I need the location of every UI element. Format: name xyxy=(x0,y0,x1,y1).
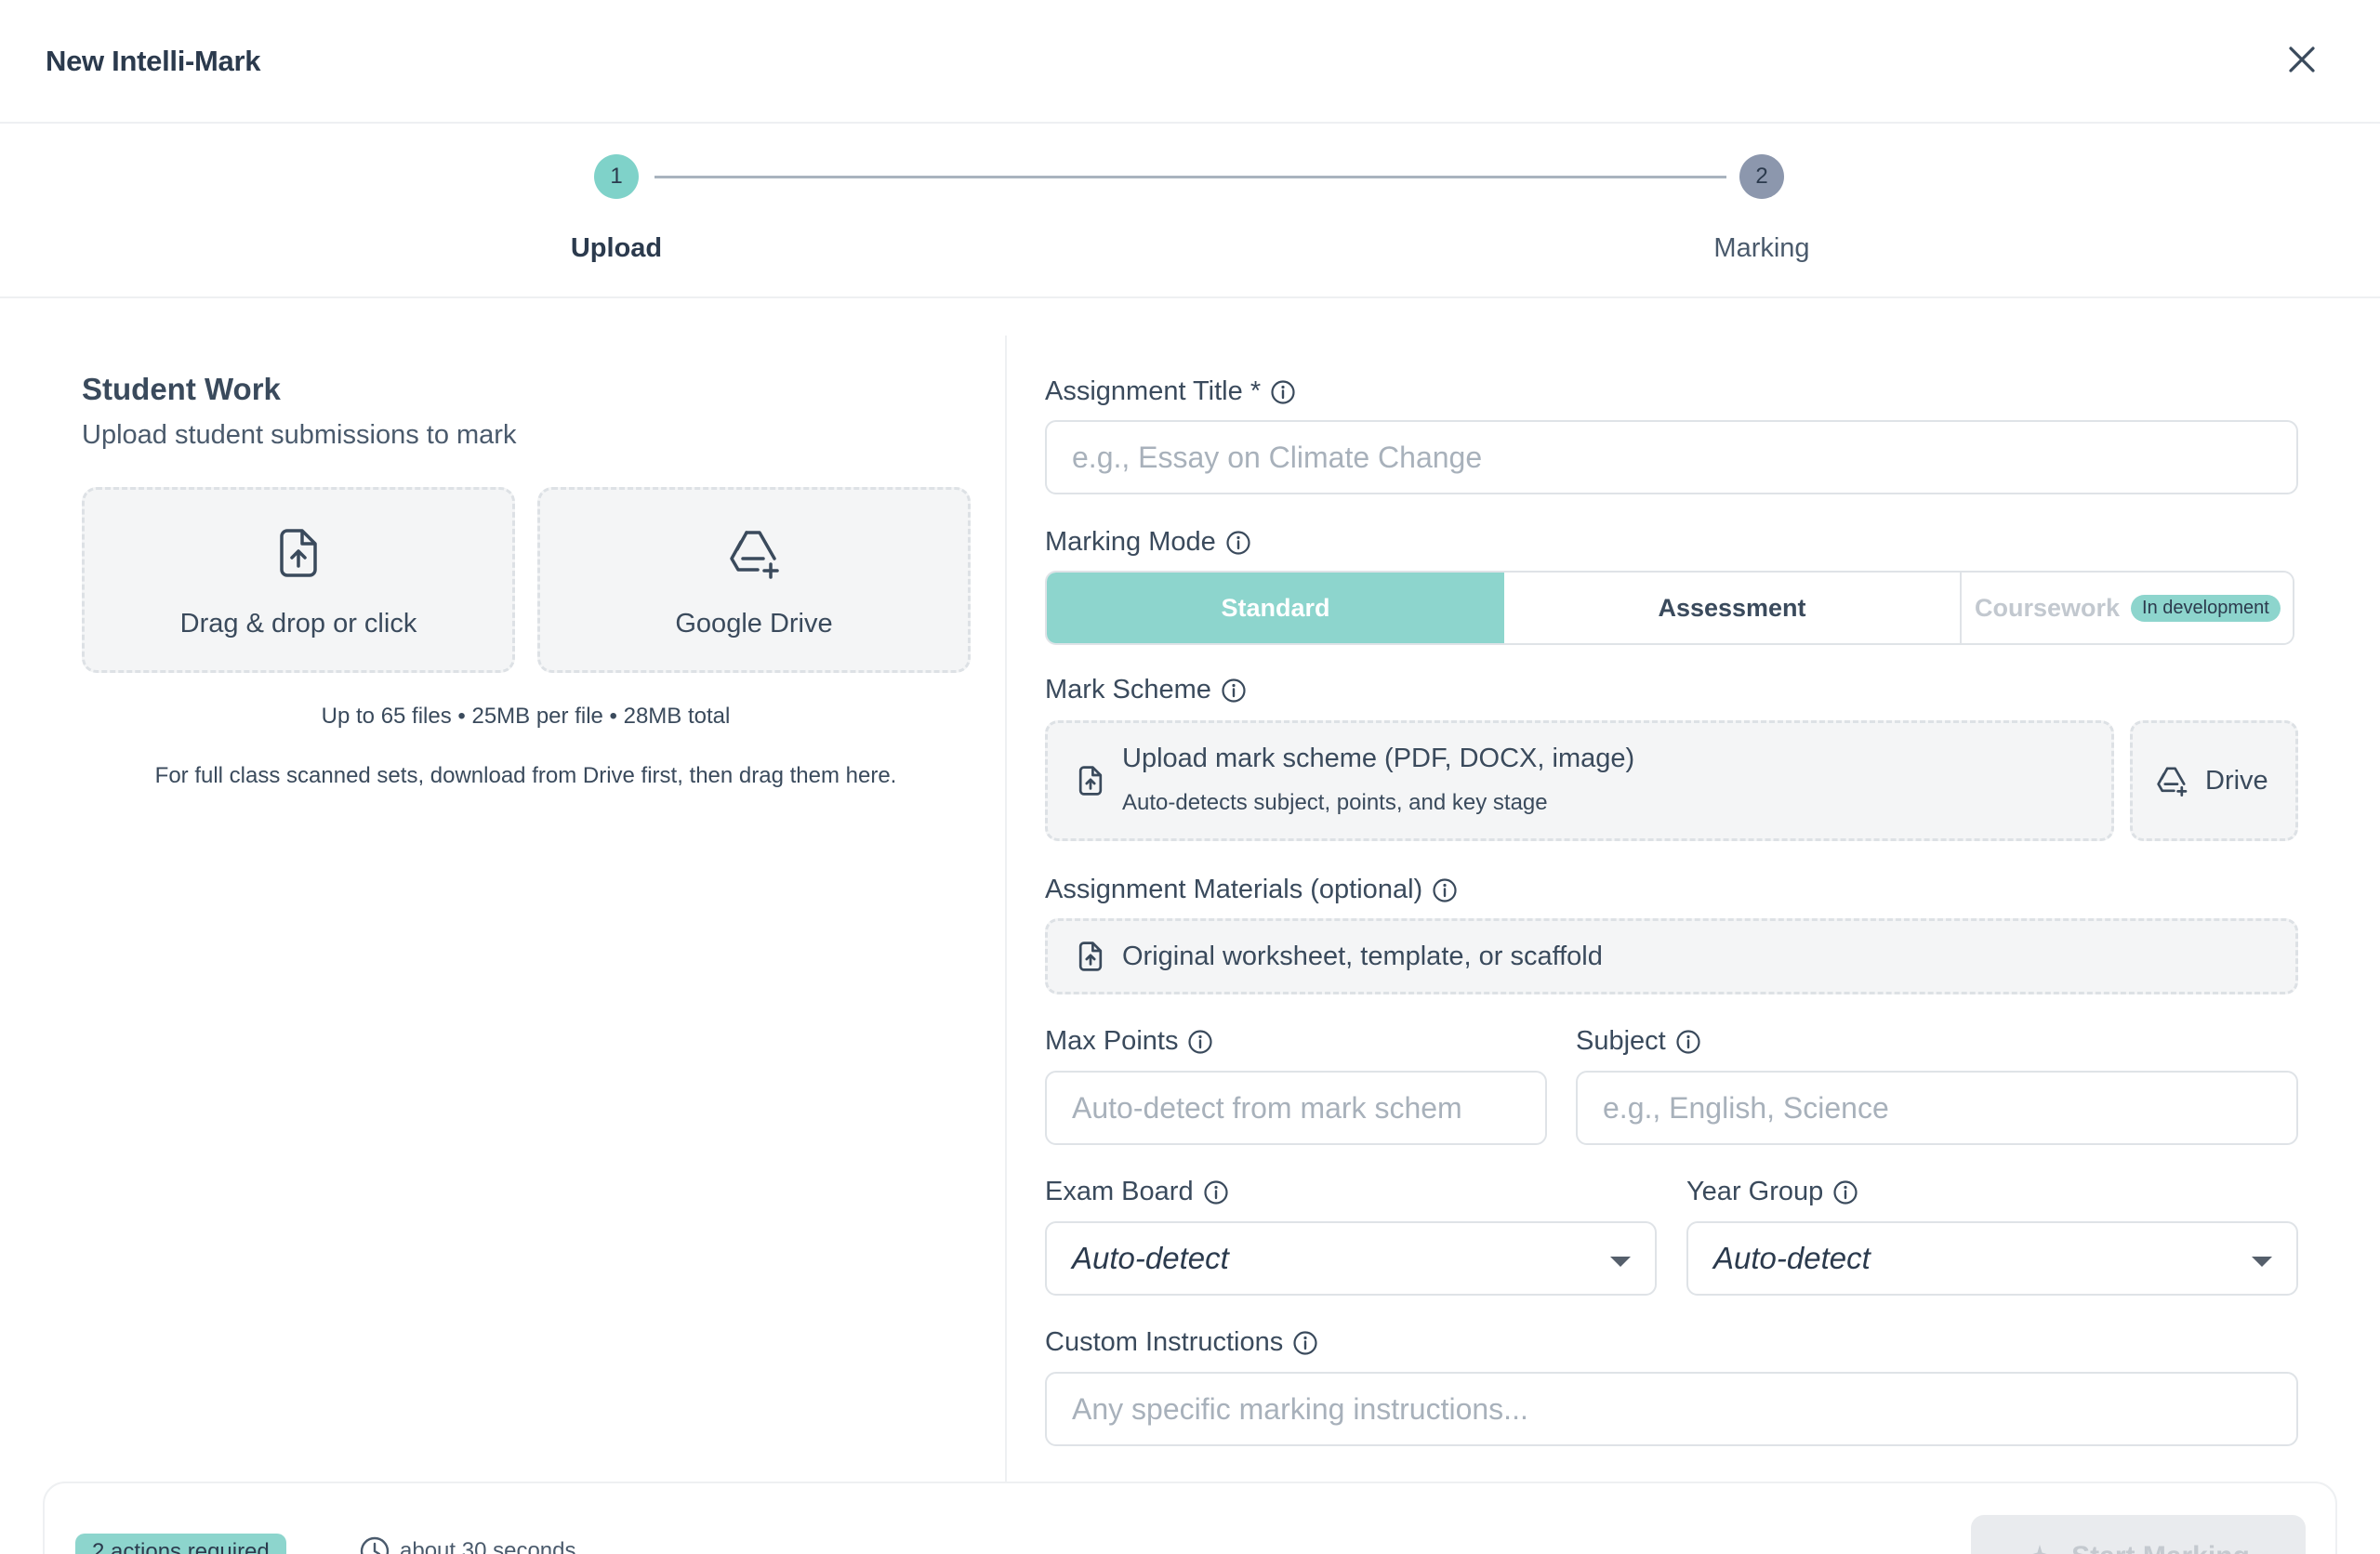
info-icon[interactable] xyxy=(1187,1029,1213,1055)
file-upload-icon xyxy=(1078,942,1103,971)
exam-board-select[interactable]: Auto-detect xyxy=(1045,1221,1657,1296)
marking-mode-toggle: Standard Assessment Coursework In develo… xyxy=(1045,571,2294,645)
subject-label-text: Subject xyxy=(1576,1026,1666,1056)
chevron-down-icon xyxy=(1610,1257,1631,1267)
marking-mode-label: Marking Mode xyxy=(1045,527,1251,558)
google-drive-label: Google Drive xyxy=(675,609,833,639)
assignment-materials-text: Original worksheet, template, or scaffol… xyxy=(1122,942,1603,971)
modal-title: New Intelli-Mark xyxy=(46,45,261,77)
chevron-down-icon xyxy=(2252,1257,2272,1267)
marking-mode-label-text: Marking Mode xyxy=(1045,527,1216,557)
mark-scheme-upload-subtitle: Auto-detects subject, points, and key st… xyxy=(1122,790,1548,815)
student-work-title: Student Work xyxy=(82,372,281,406)
drive-label: Drive xyxy=(2205,766,2268,796)
mark-scheme-label: Mark Scheme xyxy=(1045,675,1247,705)
info-icon[interactable] xyxy=(1675,1029,1701,1055)
info-icon[interactable] xyxy=(1221,678,1247,704)
drag-drop-label: Drag & drop or click xyxy=(179,609,417,639)
mark-scheme-upload-title: Upload mark scheme (PDF, DOCX, image) xyxy=(1122,744,1635,773)
assignment-materials-upload[interactable]: Original worksheet, template, or scaffol… xyxy=(1045,918,2298,994)
max-points-label-text: Max Points xyxy=(1045,1026,1179,1056)
assignment-materials-label: Assignment Materials (optional) xyxy=(1045,875,1458,905)
google-drive-upload[interactable]: Google Drive xyxy=(537,487,971,673)
max-points-label: Max Points xyxy=(1045,1026,1213,1057)
exam-board-label: Exam Board xyxy=(1045,1177,1229,1207)
assignment-title-input[interactable]: e.g., Essay on Climate Change xyxy=(1045,420,2298,494)
time-estimate: about 30 seconds xyxy=(359,1535,575,1554)
assignment-materials-label-text: Assignment Materials (optional) xyxy=(1045,875,1423,904)
close-icon[interactable] xyxy=(2283,41,2320,78)
custom-instructions-input[interactable]: Any specific marking instructions... xyxy=(1045,1372,2298,1446)
file-upload-icon xyxy=(1078,766,1103,796)
student-work-subtitle: Upload student submissions to mark xyxy=(82,420,517,450)
actions-required-badge: 2 actions required xyxy=(75,1534,286,1554)
info-icon[interactable] xyxy=(1225,530,1251,556)
mark-scheme-drive-button[interactable]: Drive xyxy=(2130,720,2298,841)
start-marking-button[interactable]: Start Marking xyxy=(1971,1515,2306,1554)
file-upload-icon xyxy=(280,529,317,577)
drag-drop-upload[interactable]: Drag & drop or click xyxy=(82,487,515,673)
mark-scheme-label-text: Mark Scheme xyxy=(1045,675,1211,705)
step-1-label: Upload xyxy=(570,233,663,263)
custom-instructions-label-text: Custom Instructions xyxy=(1045,1327,1284,1357)
year-group-label: Year Group xyxy=(1686,1177,1858,1207)
upload-note: For full class scanned sets, download fr… xyxy=(154,763,897,788)
mode-assessment-button[interactable]: Assessment xyxy=(1504,573,1962,643)
assignment-title-label-text: Assignment Title * xyxy=(1045,376,1262,406)
step-connector xyxy=(654,176,1726,178)
info-icon[interactable] xyxy=(1270,379,1296,405)
subject-input[interactable]: e.g., English, Science xyxy=(1576,1071,2298,1145)
in-development-badge: In development xyxy=(2131,594,2281,622)
info-icon[interactable] xyxy=(1832,1179,1858,1205)
modal-header: New Intelli-Mark xyxy=(0,0,2380,124)
step-2-circle[interactable]: 2 xyxy=(1739,154,1784,199)
step-1-circle[interactable]: 1 xyxy=(594,154,639,199)
mode-coursework-button[interactable]: Coursework In development xyxy=(1962,573,2293,643)
info-icon[interactable] xyxy=(1432,877,1458,903)
year-group-value: Auto-detect xyxy=(1713,1241,1871,1275)
assignment-title-label: Assignment Title * xyxy=(1045,376,1296,407)
custom-instructions-label: Custom Instructions xyxy=(1045,1327,1318,1358)
exam-board-label-text: Exam Board xyxy=(1045,1177,1194,1206)
mode-coursework-label: Coursework xyxy=(1975,593,2121,622)
step-2-label: Marking xyxy=(1713,233,1810,263)
clock-icon xyxy=(360,1536,390,1554)
year-group-label-text: Year Group xyxy=(1686,1177,1824,1206)
exam-board-value: Auto-detect xyxy=(1072,1241,1229,1275)
student-work-section: Student Work Upload student submissions … xyxy=(82,372,971,788)
time-estimate-text: about 30 seconds xyxy=(400,1538,576,1554)
google-drive-icon xyxy=(730,531,779,579)
sparkles-icon xyxy=(2032,1545,2047,1554)
upload-limits: Up to 65 files • 25MB per file • 28MB to… xyxy=(321,704,731,729)
mark-scheme-upload[interactable]: Upload mark scheme (PDF, DOCX, image) Au… xyxy=(1045,720,2114,841)
info-icon[interactable] xyxy=(1292,1330,1318,1356)
max-points-input[interactable]: Auto-detect from mark schem xyxy=(1045,1071,1547,1145)
column-divider xyxy=(1005,336,1007,1488)
mode-standard-button[interactable]: Standard xyxy=(1047,573,1504,643)
modal-footer: 2 actions required about 30 seconds Star… xyxy=(43,1482,2337,1554)
start-marking-label: Start Marking xyxy=(2071,1541,2250,1554)
stepper: 1 2 Upload Marking xyxy=(0,124,2380,298)
info-icon[interactable] xyxy=(1203,1179,1229,1205)
google-drive-icon xyxy=(2157,767,2188,797)
subject-label: Subject xyxy=(1576,1026,1701,1057)
year-group-select[interactable]: Auto-detect xyxy=(1686,1221,2298,1296)
